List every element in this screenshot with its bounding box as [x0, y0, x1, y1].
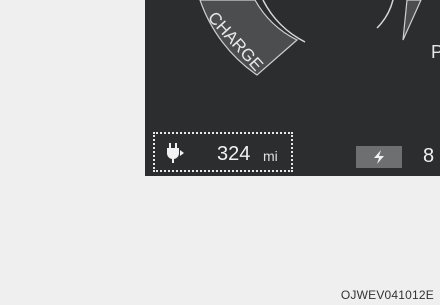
right-gauge-label-partial: P [431, 42, 440, 62]
driving-range-unit: mi [263, 148, 278, 164]
charge-indicator [356, 146, 402, 168]
ev-plug-icon [167, 143, 184, 163]
lightning-bolt-icon [374, 150, 384, 164]
driving-range-value: 324 [217, 143, 251, 165]
right-readout-partial: 8 [423, 145, 435, 167]
right-dial-edge [402, 0, 422, 41]
instrument-cluster-display: CHARGE P 324 mi 8 [145, 0, 440, 176]
image-reference-code: OJWEV041012E [340, 288, 434, 302]
right-dial-rim [376, 0, 394, 29]
driving-range-highlight: 324 mi [153, 132, 293, 172]
